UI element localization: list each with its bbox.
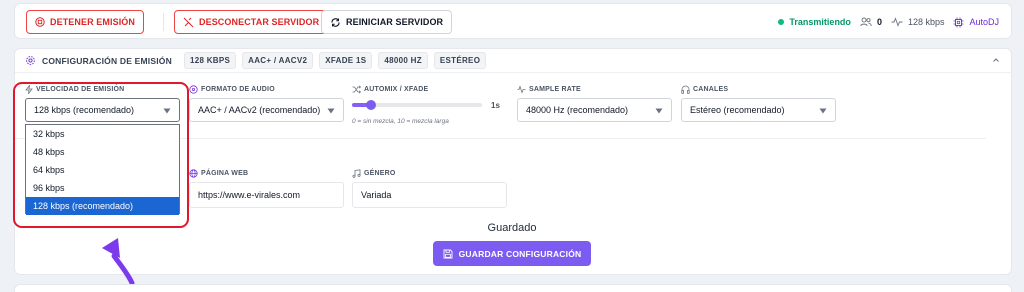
- config-panel-header[interactable]: CONFIGURACIÓN DE EMISIÓN 128 KBPS AAC+ /…: [15, 49, 1011, 73]
- music-note-icon: [352, 169, 361, 178]
- stream-state: Transmitiendo: [789, 17, 851, 27]
- caret-down-icon: [655, 108, 663, 114]
- genre-input-value: Variada: [361, 190, 392, 200]
- samplerate-select-value: 48000 Hz (recomendado): [526, 105, 629, 115]
- stream-status: Transmitiendo 0 128 kbps AutoDJ: [778, 4, 999, 40]
- samplerate-field-label: SAMPLE RATE: [517, 85, 581, 94]
- current-bitrate: 128 kbps: [907, 17, 945, 27]
- waveform-icon: [517, 85, 526, 94]
- disconnect-server-button[interactable]: DESCONECTAR SERVIDOR: [174, 10, 329, 34]
- samplerate-label-text: SAMPLE RATE: [529, 86, 581, 93]
- config-title: CONFIGURACIÓN DE EMISIÓN: [42, 55, 172, 66]
- channels-field-label: CANALES: [681, 85, 728, 94]
- xfade-label-text: AUTOMIX / XFADE: [364, 86, 429, 93]
- stream-mode: AutoDJ: [969, 17, 999, 27]
- save-config-label: GUARDAR CONFIGURACIÓN: [458, 248, 582, 259]
- caret-down-icon: [327, 108, 335, 114]
- toolbar-divider: [163, 13, 164, 31]
- caret-down-icon: [819, 108, 827, 114]
- plug-off-icon: [183, 17, 194, 27]
- headphones-icon: [681, 85, 690, 94]
- stop-circle-icon: [35, 17, 45, 27]
- channels-label-text: CANALES: [693, 86, 729, 93]
- restart-server-button[interactable]: REINICIAR SERVIDOR: [321, 10, 453, 34]
- website-input[interactable]: https://www.e-virales.com: [189, 182, 344, 208]
- format-label-text: FORMATO DE AUDIO: [201, 86, 275, 93]
- chip-xfade: XFADE 1S: [319, 52, 373, 69]
- genre-label-text: GÉNERO: [364, 170, 396, 177]
- refresh-icon: [331, 17, 340, 27]
- xfade-slider-handle[interactable]: [366, 100, 376, 110]
- website-field-label: PÁGINA WEB: [189, 169, 248, 178]
- genre-input[interactable]: Variada: [352, 182, 507, 208]
- users-icon: [860, 17, 872, 27]
- stop-broadcast-button[interactable]: DETENER EMISIÓN: [26, 10, 145, 34]
- save-status-text: Guardado: [487, 222, 537, 234]
- disconnect-server-label: DESCONECTAR SERVIDOR: [199, 17, 320, 27]
- chevron-up-icon[interactable]: [991, 55, 1001, 65]
- next-panel: [14, 284, 1012, 292]
- globe-icon: [189, 169, 198, 178]
- format-select-value: AAC+ / AACv2 (recomendado): [198, 105, 321, 115]
- chip-samplerate: 48000 HZ: [378, 52, 428, 69]
- control-toolbar: DETENER EMISIÓN DESCONECTAR SERVIDOR REI…: [14, 3, 1012, 39]
- annotation-arrow-icon: [102, 238, 135, 286]
- save-config-button[interactable]: GUARDAR CONFIGURACIÓN: [433, 241, 591, 266]
- shuffle-icon: [352, 85, 361, 94]
- format-field-label: FORMATO DE AUDIO: [189, 85, 275, 94]
- samplerate-select[interactable]: 48000 Hz (recomendado): [517, 98, 672, 122]
- listener-count: 0: [876, 17, 882, 27]
- live-dot: [778, 19, 785, 25]
- restart-server-label: REINICIAR SERVIDOR: [346, 17, 444, 27]
- website-label-text: PÁGINA WEB: [201, 170, 249, 177]
- channels-select-value: Estéreo (recomendado): [690, 105, 785, 115]
- xfade-field-label: AUTOMIX / XFADE: [352, 85, 428, 94]
- chip-bitrate: 128 KBPS: [183, 52, 237, 69]
- xfade-hint: 0 = sin mezcla, 10 = mezcla larga: [352, 118, 449, 125]
- disc-icon: [189, 85, 198, 94]
- save-icon: [443, 249, 453, 258]
- annotation-highlight: [13, 82, 189, 228]
- channels-select[interactable]: Estéreo (recomendado): [681, 98, 836, 122]
- activity-icon: [891, 17, 903, 27]
- stop-broadcast-label: DETENER EMISIÓN: [50, 17, 136, 27]
- format-select[interactable]: AAC+ / AACv2 (recomendado): [189, 98, 344, 122]
- chip-channels: ESTÉREO: [433, 52, 487, 69]
- gear-icon: [26, 56, 35, 65]
- website-input-value: https://www.e-virales.com: [198, 190, 301, 200]
- xfade-value: 1s: [491, 101, 500, 110]
- chip-format: AAC+ / AACV2: [242, 52, 314, 69]
- genre-field-label: GÉNERO: [352, 169, 396, 178]
- cpu-icon: [953, 17, 964, 27]
